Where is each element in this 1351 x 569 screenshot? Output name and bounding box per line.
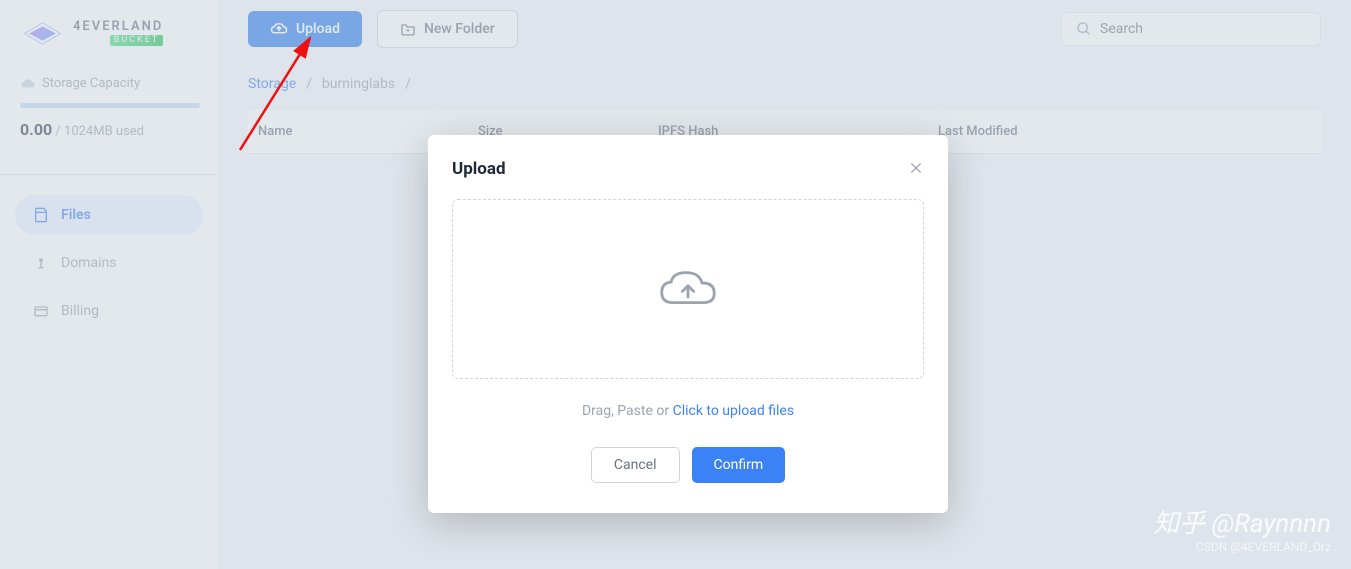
logo-sub: BUCKET xyxy=(110,35,164,46)
close-button[interactable] xyxy=(908,157,924,181)
nav-label: Files xyxy=(61,207,91,223)
watermark-main: 知乎 @Raynnnn xyxy=(1153,503,1331,540)
logo-icon xyxy=(20,21,65,46)
capacity-text: 0.00 / 1024MB used xyxy=(20,120,198,139)
breadcrumb-current[interactable]: burninglabs xyxy=(322,76,395,92)
cloud-upload-icon xyxy=(658,267,718,312)
capacity-label: Storage Capacity xyxy=(20,76,198,91)
upload-link[interactable]: Click to upload files xyxy=(673,403,794,419)
storage-capacity: Storage Capacity 0.00 / 1024MB used xyxy=(10,66,208,149)
breadcrumb-sep: / xyxy=(306,76,312,92)
sidebar: 4EVERLAND BUCKET Storage Capacity 0.00 /… xyxy=(0,0,218,569)
files-icon xyxy=(33,207,49,223)
nav: Files Domains Billing xyxy=(10,195,208,331)
domains-icon xyxy=(33,255,49,271)
nav-label: Domains xyxy=(61,255,116,271)
drop-hint: Drag, Paste or Click to upload files xyxy=(452,403,924,419)
search-input[interactable] xyxy=(1100,21,1306,37)
nav-files[interactable]: Files xyxy=(15,195,203,235)
modal-title: Upload xyxy=(452,159,506,179)
modal-header: Upload xyxy=(452,157,924,181)
logo[interactable]: 4EVERLAND BUCKET xyxy=(10,15,208,66)
watermark-sub: CSDN @4EVERLAND_Orz xyxy=(1153,540,1331,554)
breadcrumb-sep: / xyxy=(405,76,411,92)
capacity-used: 0.00 xyxy=(20,120,52,139)
nav-label: Billing xyxy=(61,303,99,319)
cloud-icon xyxy=(20,78,36,90)
close-icon xyxy=(908,160,924,176)
search-icon xyxy=(1076,21,1092,37)
cancel-button[interactable]: Cancel xyxy=(591,447,680,483)
nav-domains[interactable]: Domains xyxy=(15,243,203,283)
logo-brand: 4EVERLAND xyxy=(73,20,163,33)
upload-button[interactable]: Upload xyxy=(248,11,362,47)
modal-actions: Cancel Confirm xyxy=(452,447,924,483)
toolbar: Upload New Folder xyxy=(248,5,1321,58)
nav-billing[interactable]: Billing xyxy=(15,291,203,331)
breadcrumb-root[interactable]: Storage xyxy=(248,76,296,92)
search-box[interactable] xyxy=(1061,12,1321,46)
capacity-bar xyxy=(20,103,200,108)
billing-icon xyxy=(33,303,49,319)
divider xyxy=(0,174,218,175)
cloud-upload-icon xyxy=(270,22,288,36)
new-folder-button[interactable]: New Folder xyxy=(377,10,518,48)
dropzone[interactable] xyxy=(452,199,924,379)
watermark: 知乎 @Raynnnn CSDN @4EVERLAND_Orz xyxy=(1153,503,1331,554)
confirm-button[interactable]: Confirm xyxy=(692,447,786,483)
breadcrumb: Storage / burninglabs / xyxy=(248,58,1321,110)
logo-text: 4EVERLAND BUCKET xyxy=(73,20,163,46)
upload-modal: Upload Drag, Paste or Click to upload fi… xyxy=(428,135,948,513)
col-modified: Last Modified xyxy=(938,124,1311,139)
folder-plus-icon xyxy=(400,22,416,36)
